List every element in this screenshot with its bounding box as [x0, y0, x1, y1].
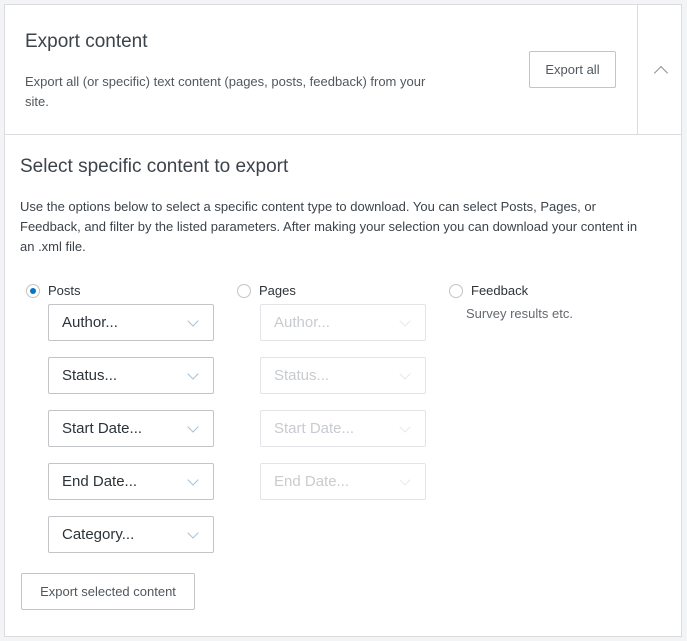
- header-title: Export content: [25, 31, 148, 52]
- export-header: Export content Export all (or specific) …: [5, 5, 681, 135]
- feedback-description: Survey results etc.: [466, 306, 573, 321]
- chevron-down-icon: [399, 421, 411, 433]
- radio-label-posts: Posts: [48, 283, 81, 298]
- chevron-down-icon: [399, 474, 411, 486]
- select-label: Category...: [62, 526, 135, 543]
- posts-end-date-select[interactable]: End Date...: [48, 463, 214, 500]
- select-label: End Date...: [274, 473, 350, 490]
- export-selected-content-button[interactable]: Export selected content: [21, 573, 195, 610]
- posts-author-select[interactable]: Author...: [48, 304, 214, 341]
- select-label: Start Date...: [274, 420, 355, 437]
- posts-start-date-select[interactable]: Start Date...: [48, 410, 214, 447]
- select-label: Author...: [274, 314, 330, 331]
- posts-status-select[interactable]: Status...: [48, 357, 214, 394]
- select-label: Status...: [62, 367, 118, 384]
- radio-feedback[interactable]: Feedback: [449, 283, 528, 298]
- radio-label-feedback: Feedback: [471, 283, 529, 298]
- chevron-down-icon: [187, 368, 199, 380]
- pages-author-select: Author...: [260, 304, 426, 341]
- radio-button[interactable]: [237, 283, 251, 298]
- header-description: Export all (or specific) text content (p…: [25, 74, 426, 109]
- select-label: Author...: [62, 314, 118, 331]
- posts-category-select[interactable]: Category...: [48, 516, 214, 553]
- pages-status-select: Status...: [260, 357, 426, 394]
- select-label: End Date...: [62, 473, 138, 490]
- chevron-down-icon: [187, 421, 199, 433]
- select-label: Start Date...: [62, 420, 143, 437]
- collapse-toggle-button[interactable]: [638, 5, 683, 134]
- radio-button[interactable]: [449, 283, 463, 298]
- chevron-down-icon: [399, 368, 411, 380]
- section-description: Use the options below to select a specif…: [20, 199, 638, 254]
- select-label: Status...: [274, 367, 330, 384]
- pages-start-date-select: Start Date...: [260, 410, 426, 447]
- radio-pages[interactable]: Pages: [237, 283, 296, 298]
- chevron-down-icon: [187, 527, 199, 539]
- radio-label-pages: Pages: [259, 283, 296, 298]
- chevron-up-icon: [653, 65, 668, 80]
- pages-end-date-select: End Date...: [260, 463, 426, 500]
- radio-posts[interactable]: Posts: [26, 283, 81, 298]
- chevron-down-icon: [399, 315, 411, 327]
- chevron-down-icon: [187, 474, 199, 486]
- section-title: Select specific content to export: [20, 156, 289, 177]
- radio-button-checked[interactable]: [26, 283, 40, 298]
- export-header-main: Export content Export all (or specific) …: [5, 5, 638, 134]
- chevron-down-icon: [187, 315, 199, 327]
- export-all-button[interactable]: Export all: [529, 51, 616, 88]
